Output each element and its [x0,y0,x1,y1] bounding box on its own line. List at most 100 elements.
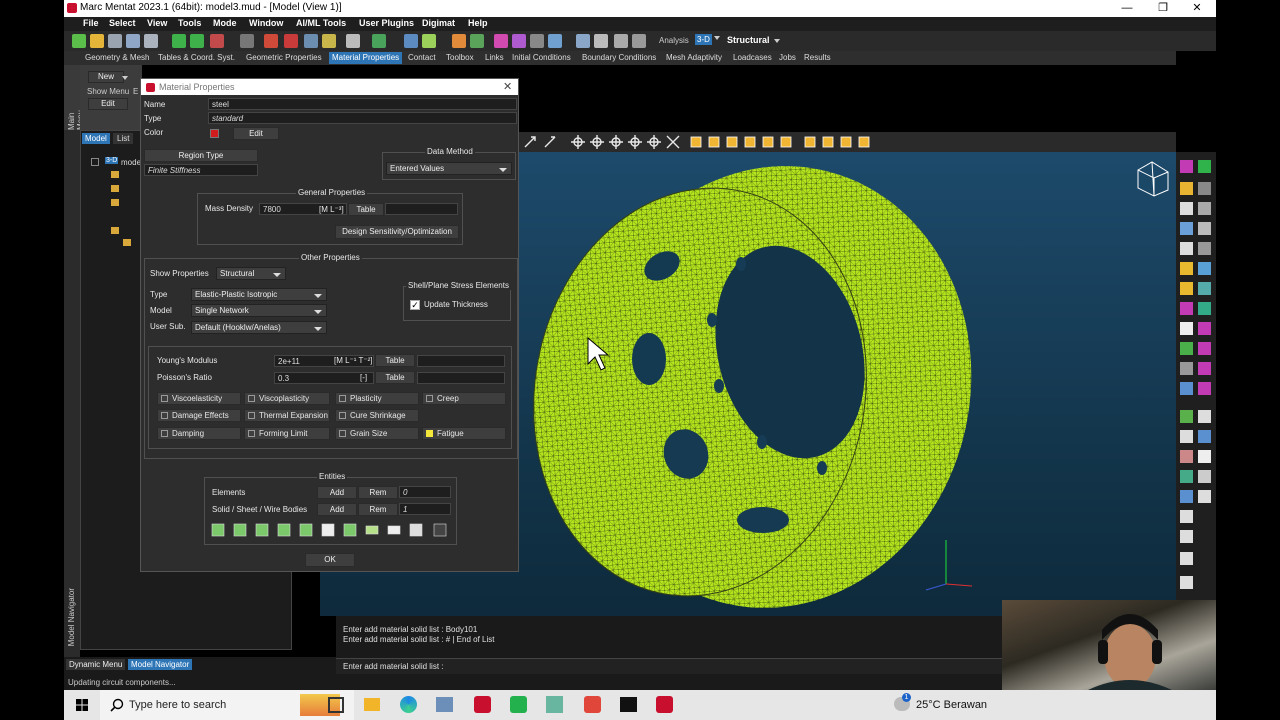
edge-browser-icon[interactable] [400,696,417,713]
tab-toolbox[interactable]: Toolbox [443,52,477,64]
creep-option[interactable]: Creep [422,392,506,405]
plugin-icon[interactable] [452,34,466,48]
tab-model[interactable]: Model [82,133,110,144]
name-field[interactable]: steel [208,98,517,110]
mass-density-table-button[interactable]: Table [348,203,384,216]
tab-initial-conditions[interactable]: Initial Conditions [509,52,574,64]
menu-mode[interactable]: Mode [213,18,237,28]
model-navigator-strip[interactable]: Model Navigator [64,130,80,657]
folder-icon[interactable] [111,185,119,192]
youngs-table-field[interactable] [417,355,505,367]
pointer-icon[interactable] [346,34,360,48]
filter-icon[interactable] [422,34,436,48]
elements-add-button[interactable]: Add [317,486,357,499]
reset-icon[interactable] [210,34,224,48]
tab-model-navigator[interactable]: Model Navigator [128,659,193,670]
poissons-ratio-field[interactable]: 0.3 [274,372,374,384]
menu-help[interactable]: Help [468,18,488,28]
tab-list[interactable]: List [113,133,134,144]
probe-icon[interactable] [614,34,628,48]
damping-checkbox[interactable] [161,430,168,437]
fatigue-checkbox[interactable] [426,430,433,437]
fit-icon[interactable] [304,34,318,48]
design-sensitivity-button[interactable]: Design Sensitivity/Optimization [335,225,459,239]
close-icon[interactable]: ✕ [503,80,512,93]
file-explorer-icon[interactable] [364,698,380,711]
menu-select[interactable]: Select [109,18,136,28]
tab-mesh-adaptivity[interactable]: Mesh Adaptivity [663,52,725,64]
analysis-dimension[interactable]: 3-D [695,34,712,45]
bodies-rem-button[interactable]: Rem [358,503,398,516]
viscoplasticity-option[interactable]: Viscoplasticity [244,392,330,405]
tab-material-properties[interactable]: Material Properties [329,52,403,64]
poisson-table-field[interactable] [417,372,505,384]
right-tool-icons[interactable] [1176,152,1216,600]
thermal-expansion-option[interactable]: Thermal Expansion [244,409,330,422]
close-button[interactable]: ✕ [1180,0,1214,17]
save-as-icon[interactable] [126,34,140,48]
maximize-button[interactable]: ❐ [1146,0,1180,17]
dimension-icon[interactable] [284,34,298,48]
help-icon[interactable] [548,34,562,48]
region-type-button[interactable]: Region Type [144,149,258,162]
color-swatch[interactable] [210,129,219,138]
damage-effects-checkbox[interactable] [161,412,168,419]
tab-links[interactable]: Links [482,52,507,64]
damage-effects-option[interactable]: Damage Effects [157,409,241,422]
grain-size-checkbox[interactable] [339,430,346,437]
type-select[interactable]: Elastic-Plastic Isotropic [191,288,327,301]
tab-loadcases[interactable]: Loadcases [730,52,775,64]
camtasia-icon[interactable] [510,696,527,713]
view-tools-icons[interactable] [519,132,879,152]
app-icon[interactable] [436,697,453,712]
fatigue-option[interactable]: Fatigue [422,427,506,440]
menu-file[interactable]: File [83,18,99,28]
mesh-icon[interactable] [594,34,608,48]
marc-mentat-icon[interactable] [474,696,491,713]
tab-geometry-mesh[interactable]: Geometry & Mesh [82,52,152,64]
grain-size-option[interactable]: Grain Size [335,427,419,440]
tab-geometric-properties[interactable]: Geometric Properties [243,52,325,64]
menu-window[interactable]: Window [249,18,283,28]
minimize-button[interactable]: — [1110,0,1144,17]
mass-density-table-field[interactable] [385,203,458,215]
elements-rem-button[interactable]: Rem [358,486,398,499]
tab-contact[interactable]: Contact [405,52,439,64]
chevron-down-icon[interactable] [122,76,128,80]
shortcut-icon[interactable] [494,34,508,48]
folder-icon[interactable] [111,227,119,234]
show-properties-select[interactable]: Structural [216,267,286,280]
taskbar-search[interactable]: Type here to search [100,690,354,720]
terminal-icon[interactable] [620,697,637,712]
bodies-add-button[interactable]: Add [317,503,357,516]
expand-icon[interactable] [91,158,99,166]
chevron-down-icon[interactable] [714,36,720,40]
model-select[interactable]: Single Network [191,304,327,317]
data-method-select[interactable]: Entered Values [386,162,512,175]
cure-shrinkage-option[interactable]: Cure Shrinkage [335,409,419,422]
tree-root[interactable]: mode [121,158,141,167]
cube-icon[interactable] [512,34,526,48]
thermal-expansion-checkbox[interactable] [248,412,255,419]
folder-icon[interactable] [111,199,119,206]
chart-icon[interactable] [632,34,646,48]
new-icon[interactable] [72,34,86,48]
tab-jobs[interactable]: Jobs [776,52,799,64]
folder-icon[interactable] [123,239,131,246]
menu-user-plugins[interactable]: User Plugins [359,18,414,28]
globe-icon[interactable] [470,34,484,48]
tab-boundary-conditions[interactable]: Boundary Conditions [579,52,659,64]
tab-results[interactable]: Results [801,52,834,64]
forming-limit-option[interactable]: Forming Limit [244,427,330,440]
damping-option[interactable]: Damping [157,427,241,440]
command-input[interactable]: Enter add material solid list : [336,658,1002,674]
update-thickness-checkbox[interactable]: ✓ [410,300,420,310]
menu-tools[interactable]: Tools [178,18,201,28]
ok-button[interactable]: OK [305,553,355,567]
menu-digimat[interactable]: Digimat [422,18,455,28]
display-icon[interactable] [404,34,418,48]
tab-dynamic-menu[interactable]: Dynamic Menu [66,659,126,670]
redo-icon[interactable] [190,34,204,48]
entity-select-tools[interactable] [209,521,454,539]
cure-shrinkage-checkbox[interactable] [339,412,346,419]
